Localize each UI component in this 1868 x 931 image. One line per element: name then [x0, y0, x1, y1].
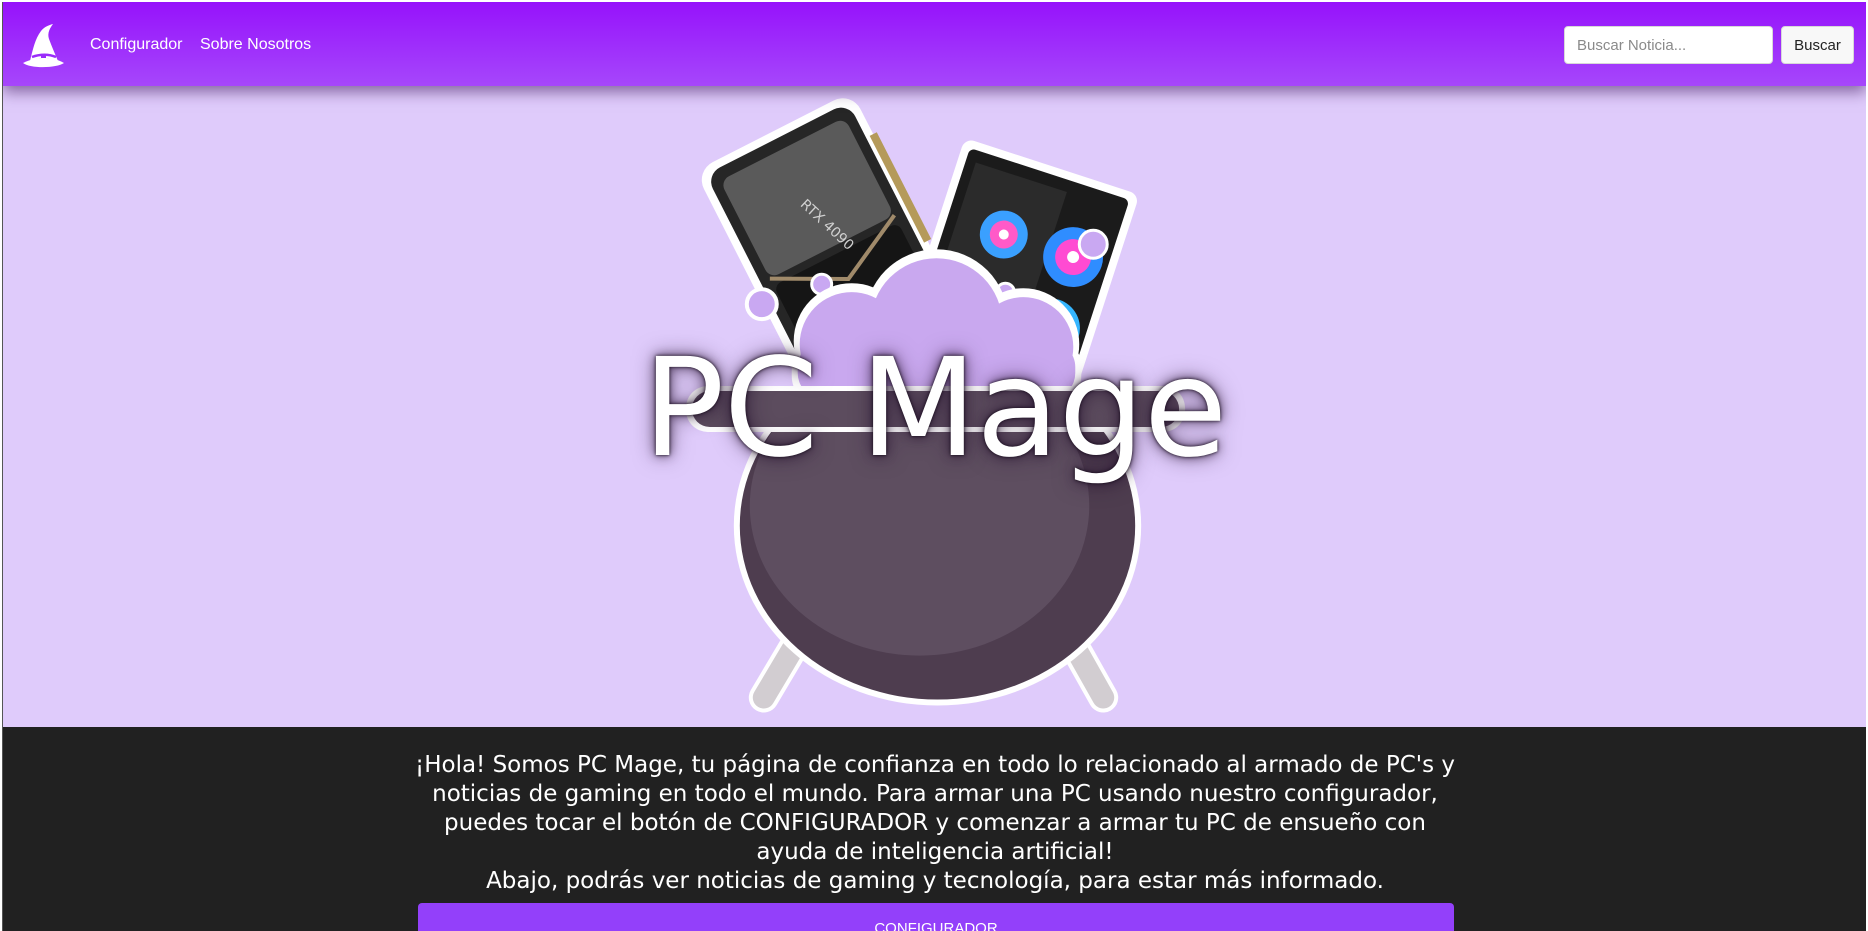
intro-paragraph-news: Abajo, podrás ver noticias de gaming y t…	[486, 868, 1384, 894]
intro-section: ¡Hola! Somos PC Mage, tu página de confi…	[3, 727, 1866, 931]
intro-text: ¡Hola! Somos PC Mage, tu página de confi…	[409, 751, 1461, 896]
wizard-hat-icon[interactable]	[17, 19, 69, 71]
nav-link-sobre-nosotros[interactable]: Sobre Nosotros	[200, 36, 311, 54]
search-input[interactable]	[1564, 26, 1773, 64]
hero-banner: RTX 4090 PC Mage	[3, 86, 1866, 727]
configurador-button[interactable]: CONFIGURADOR	[418, 903, 1454, 931]
nav-link-configurador[interactable]: Configurador	[90, 36, 183, 54]
page: Configurador Sobre Nosotros Buscar RTX 4…	[2, 2, 1866, 931]
intro-paragraph: ¡Hola! Somos PC Mage, tu página de confi…	[414, 752, 1456, 865]
hero-title: PC Mage	[642, 330, 1228, 488]
navbar: Configurador Sobre Nosotros Buscar	[3, 2, 1866, 86]
search-button[interactable]: Buscar	[1781, 26, 1854, 64]
